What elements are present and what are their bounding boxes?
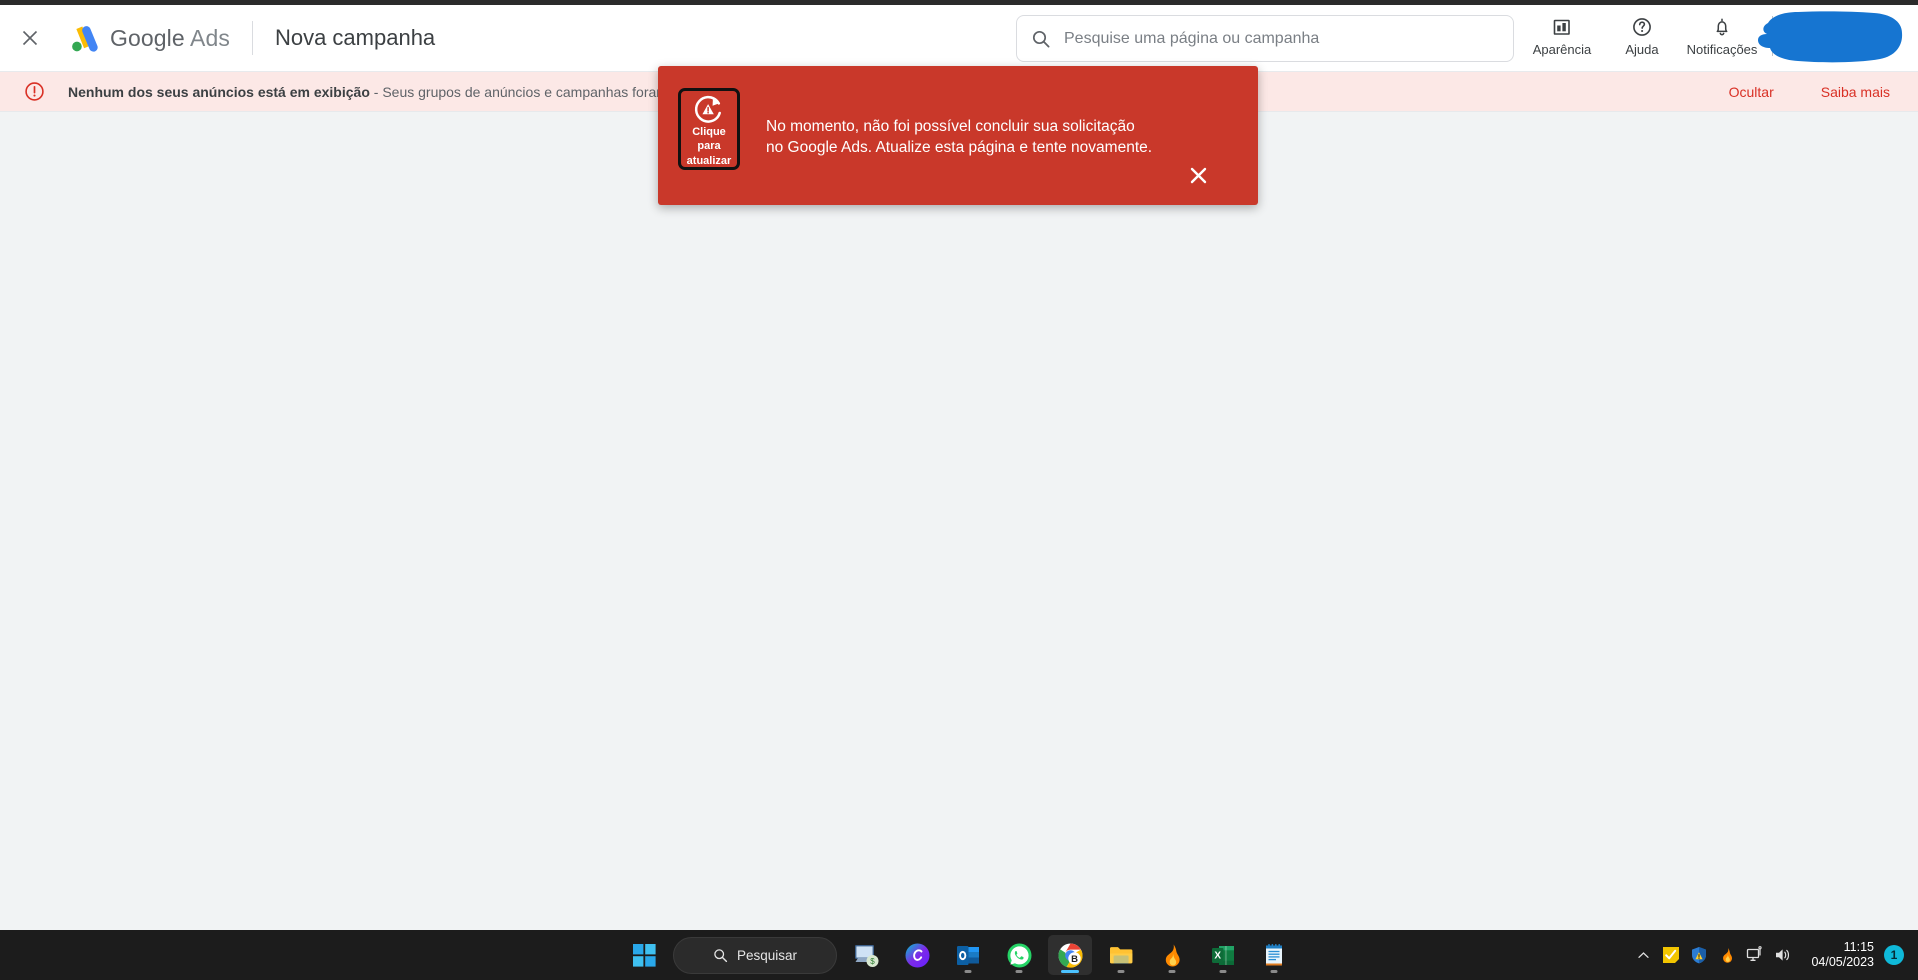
appearance-label: Aparência: [1533, 42, 1592, 57]
windows-start-button[interactable]: [622, 935, 666, 975]
windows-taskbar: Pesquisar $: [0, 930, 1918, 980]
refresh-warning-icon: [690, 95, 728, 124]
notifications-button[interactable]: Notificações: [1682, 12, 1762, 57]
help-icon: [1631, 16, 1653, 38]
app-active-indicator: [1061, 970, 1079, 973]
alert-actions: Ocultar Saiba mais: [1729, 84, 1890, 100]
alert-circle-icon: [24, 81, 45, 102]
search-icon: [1031, 29, 1051, 49]
app-running-indicator: [1169, 970, 1176, 973]
alert-learn-more-link[interactable]: Saiba mais: [1821, 84, 1890, 100]
taskbar-clock[interactable]: 11:15 04/05/2023: [1811, 940, 1874, 970]
taskbar-app-excel[interactable]: X: [1201, 935, 1245, 975]
whatsapp-icon: [1006, 942, 1033, 969]
app-running-indicator: [965, 970, 972, 973]
taskbar-app-remote-desktop[interactable]: $: [844, 935, 888, 975]
brand-ads-text: Ads: [190, 25, 230, 51]
search-box[interactable]: [1016, 15, 1514, 62]
taskbar-app-chrome[interactable]: B: [1048, 935, 1092, 975]
page-content-area: [0, 112, 1918, 950]
taskbar-search-label: Pesquisar: [737, 948, 797, 963]
windows-start-icon: [633, 944, 656, 967]
system-tray: 11:15 04/05/2023 1: [1629, 930, 1918, 980]
canva-icon: [904, 942, 931, 969]
appearance-button[interactable]: Aparência: [1522, 12, 1602, 57]
notifications-label: Notificações: [1687, 42, 1758, 57]
outlook-icon: [955, 942, 982, 969]
flame-app-icon: [1159, 942, 1186, 969]
taskbar-app-flame[interactable]: [1150, 935, 1194, 975]
google-ads-logo-icon: [68, 25, 99, 52]
chevron-up-icon[interactable]: [1629, 935, 1657, 975]
taskbar-app-outlook[interactable]: [946, 935, 990, 975]
volume-icon[interactable]: [1769, 935, 1797, 975]
alert-hide-link[interactable]: Ocultar: [1729, 84, 1774, 100]
app-header: Google Ads Nova campanha Aparência: [0, 5, 1918, 72]
alert-separator: -: [370, 84, 382, 100]
taskbar-app-canva[interactable]: [895, 935, 939, 975]
taskbar-app-file-explorer[interactable]: [1099, 935, 1143, 975]
svg-text:X: X: [1214, 950, 1221, 961]
notification-count-badge[interactable]: 1: [1884, 945, 1904, 965]
brand-logo-group[interactable]: Google Ads: [68, 25, 230, 52]
notepad-icon: [1261, 942, 1288, 969]
refresh-button[interactable]: Clique para atualizar: [678, 88, 740, 170]
file-explorer-icon: [1108, 942, 1135, 969]
svg-text:$: $: [870, 957, 875, 966]
app-running-indicator: [1118, 970, 1125, 973]
clock-time: 11:15: [1844, 940, 1874, 955]
help-label: Ajuda: [1625, 42, 1658, 57]
refresh-button-line3: atualizar: [687, 155, 732, 168]
flame-app-icon[interactable]: [1713, 935, 1741, 975]
page-title: Nova campanha: [275, 25, 435, 51]
error-dialog-close-icon[interactable]: [1184, 161, 1212, 189]
yellow-checkbox-icon[interactable]: [1657, 935, 1685, 975]
search-input[interactable]: [1064, 30, 1499, 48]
refresh-button-line2: para: [697, 140, 720, 153]
app-running-indicator: [1220, 970, 1227, 973]
alert-title: Nenhum dos seus anúncios está em exibiçã…: [68, 84, 370, 100]
close-icon[interactable]: [18, 26, 42, 50]
error-message: No momento, não foi possível concluir su…: [766, 116, 1156, 158]
clock-date: 04/05/2023: [1811, 955, 1874, 970]
network-icon[interactable]: [1741, 935, 1769, 975]
help-button[interactable]: Ajuda: [1602, 12, 1682, 57]
appearance-icon: [1551, 16, 1573, 38]
header-divider: [252, 21, 253, 55]
refresh-button-line1: Clique: [692, 126, 726, 139]
svg-text:B: B: [1071, 953, 1078, 964]
error-dialog: Clique para atualizar No momento, não fo…: [658, 66, 1258, 205]
windows-security-warning-icon[interactable]: [1685, 935, 1713, 975]
taskbar-app-whatsapp[interactable]: [997, 935, 1041, 975]
brand-text: Google Ads: [110, 25, 230, 52]
search-icon: [713, 948, 728, 963]
taskbar-search-button[interactable]: Pesquisar: [673, 937, 837, 974]
app-running-indicator: [1016, 970, 1023, 973]
global-search[interactable]: [1016, 15, 1514, 62]
brand-google-text: Google: [110, 25, 185, 51]
bell-icon: [1711, 16, 1733, 38]
taskbar-center-group: Pesquisar $: [622, 930, 1296, 980]
alert-message: Nenhum dos seus anúncios está em exibiçã…: [68, 84, 733, 100]
chrome-icon: B: [1057, 942, 1084, 969]
remote-desktop-icon: $: [853, 942, 880, 969]
header-actions-divider: [1772, 16, 1773, 56]
app-running-indicator: [1271, 970, 1278, 973]
header-actions: Aparência Ajuda Notificações: [1522, 12, 1781, 66]
excel-icon: X: [1210, 942, 1237, 969]
taskbar-app-notepad[interactable]: [1252, 935, 1296, 975]
